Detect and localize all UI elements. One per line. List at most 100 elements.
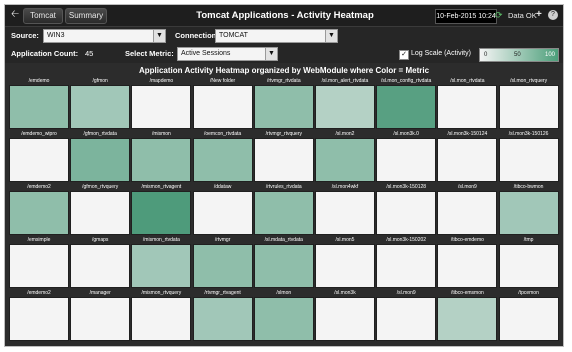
heatmap-cell[interactable]: /gmaps (70, 236, 131, 288)
help-icon[interactable]: ? (548, 10, 558, 20)
heatmap-cell[interactable]: /sl.mon5 (315, 236, 375, 288)
heatmap-cell-tile[interactable] (376, 191, 437, 235)
heatmap-cell-tile[interactable] (9, 138, 69, 182)
heatmap-cell-tile[interactable] (9, 85, 69, 129)
heatmap-cell[interactable]: /emdemo (9, 77, 69, 129)
heatmap-cell-tile[interactable] (192, 138, 253, 182)
heatmap-cell[interactable]: /sl.mon9 (376, 289, 437, 341)
heatmap-cell-tile[interactable] (376, 297, 437, 341)
heatmap-cell-tile[interactable] (437, 85, 498, 129)
heatmap-cell-tile[interactable] (70, 297, 131, 341)
heatmap-cell[interactable]: /manager (70, 289, 131, 341)
heatmap-cell-tile[interactable] (131, 85, 192, 129)
heatmap-cell[interactable]: /oemcon_rtvdata (192, 130, 253, 182)
heatmap-cell-tile[interactable] (9, 244, 69, 288)
log-scale-checkbox[interactable]: ✓ (399, 50, 409, 60)
heatmap-cell[interactable]: /tibco-emdemo (437, 236, 498, 288)
heatmap-cell-tile[interactable] (498, 138, 559, 182)
heatmap-cell-tile[interactable] (315, 297, 375, 341)
heatmap-cell-tile[interactable] (315, 244, 375, 288)
heatmap-cell-tile[interactable] (131, 191, 192, 235)
heatmap-cell[interactable]: /sl.mon2 (315, 130, 375, 182)
heatmap-cell[interactable]: /gfmon_rtvdata (70, 130, 131, 182)
heatmap-cell-tile[interactable] (253, 191, 314, 235)
heatmap-cell[interactable]: /rtvmgr_rtvdata (253, 77, 314, 129)
heatmap-cell-tile[interactable] (498, 244, 559, 288)
connection-select[interactable]: TOMCAT ▼ (215, 29, 338, 43)
heatmap-cell-tile[interactable] (70, 85, 131, 129)
heatmap-cell-tile[interactable] (253, 138, 314, 182)
heatmap-cell[interactable]: /mismon_rtvdata (131, 236, 192, 288)
refresh-icon[interactable]: ⟳ (495, 9, 503, 22)
heatmap-cell-tile[interactable] (192, 191, 253, 235)
heatmap-cell[interactable]: /rtvmgr_rtvagent (192, 289, 253, 341)
heatmap-cell-tile[interactable] (70, 244, 131, 288)
heatmap-cell[interactable]: /emdemo2 (9, 289, 69, 341)
heatmap-cell-tile[interactable] (9, 297, 69, 341)
heatmap-cell[interactable]: /sl.mon9 (437, 183, 498, 235)
heatmap-cell[interactable]: /emdemo2 (9, 183, 69, 235)
heatmap-cell-tile[interactable] (315, 191, 375, 235)
heatmap-cell[interactable]: /sl.mon_rtvdata (437, 77, 498, 129)
arrow-left-icon[interactable]: 🡠 (11, 8, 19, 21)
heatmap-cell[interactable]: /mapdemo (131, 77, 192, 129)
heatmap-cell-tile[interactable] (192, 297, 253, 341)
heatmap-cell[interactable]: /rtvrules_rtvdata (253, 183, 314, 235)
heatmap-cell-tile[interactable] (192, 244, 253, 288)
heatmap-cell[interactable]: /tpcemon (498, 289, 559, 341)
heatmap-cell-tile[interactable] (131, 297, 192, 341)
heatmap-cell[interactable]: /sl.mon3k-150124 (437, 130, 498, 182)
heatmap-cell-tile[interactable] (498, 191, 559, 235)
heatmap-cell[interactable]: /rtvmgr_rtvquery (253, 130, 314, 182)
heatmap-cell-tile[interactable] (253, 244, 314, 288)
metric-select[interactable]: Active Sessions ▼ (177, 47, 278, 61)
heatmap-cell-tile[interactable] (498, 85, 559, 129)
heatmap-cell-tile[interactable] (70, 138, 131, 182)
heatmap-cell-tile[interactable] (131, 244, 192, 288)
heatmap-cell-tile[interactable] (437, 191, 498, 235)
heatmap-cell[interactable]: /mismon_rtvquery (131, 289, 192, 341)
heatmap-cell[interactable]: /mismon_rtvagent (131, 183, 192, 235)
heatmap-cell[interactable]: /sl.mon3k-150126 (498, 130, 559, 182)
source-select[interactable]: WIN3 ▼ (43, 29, 166, 43)
plus-icon[interactable]: + (536, 8, 542, 21)
heatmap-cell[interactable]: /sl.mon3k-150128 (376, 183, 437, 235)
heatmap-cell[interactable]: /sl.mon3k (315, 289, 375, 341)
heatmap-cell[interactable]: /ddataw (192, 183, 253, 235)
heatmap-cell-tile[interactable] (192, 85, 253, 129)
heatmap-cell[interactable]: /mismon (131, 130, 192, 182)
heatmap-cell-tile[interactable] (437, 138, 498, 182)
heatmap-cell[interactable]: /tibco-bwmon (498, 183, 559, 235)
heatmap-cell-tile[interactable] (253, 85, 314, 129)
heatmap-cell-tile[interactable] (498, 297, 559, 341)
heatmap-cell[interactable]: /sl.mon_rtvquery (498, 77, 559, 129)
heatmap-cell-tile[interactable] (376, 244, 437, 288)
heatmap-cell[interactable]: /sl.mdata_rtvdata (253, 236, 314, 288)
heatmap-cell-tile[interactable] (70, 191, 131, 235)
heatmap-cell-tile[interactable] (376, 138, 437, 182)
heatmap-cell-tile[interactable] (131, 138, 192, 182)
heatmap-cell-tile[interactable] (315, 138, 375, 182)
heatmap-cell-tile[interactable] (437, 244, 498, 288)
heatmap-cell-tile[interactable] (315, 85, 375, 129)
heatmap-cell-tile[interactable] (253, 297, 314, 341)
heatmap-cell[interactable]: /emsimple (9, 236, 69, 288)
heatmap-cell[interactable]: /slmon (253, 289, 314, 341)
heatmap-cell[interactable]: /sl.mon3k.0 (376, 130, 437, 182)
tomcat-button[interactable]: Tomcat (23, 8, 63, 24)
heatmap-cell[interactable]: /emdemo_wipro (9, 130, 69, 182)
heatmap-cell[interactable]: /gfmon (70, 77, 131, 129)
summary-button[interactable]: Summary (65, 8, 107, 24)
heatmap-cell[interactable]: /gfmon_rtvquery (70, 183, 131, 235)
heatmap-cell[interactable]: /sl.mon_config_rtvdata (376, 77, 437, 129)
heatmap-cell[interactable]: /tmp (498, 236, 559, 288)
heatmap-cell-tile[interactable] (376, 85, 437, 129)
heatmap-cell[interactable]: /tibco-emsmon (437, 289, 498, 341)
heatmap-cell[interactable]: /sl.mon_alert_rtvdata (315, 77, 375, 129)
heatmap-cell[interactable]: /sl.mon4wkf (315, 183, 375, 235)
heatmap-cell[interactable]: /sl.mon3k-150202 (376, 236, 437, 288)
heatmap-cell[interactable]: /New folder (192, 77, 253, 129)
heatmap-cell[interactable]: /rtvmgr (192, 236, 253, 288)
heatmap-cell-tile[interactable] (437, 297, 498, 341)
heatmap-cell-tile[interactable] (9, 191, 69, 235)
